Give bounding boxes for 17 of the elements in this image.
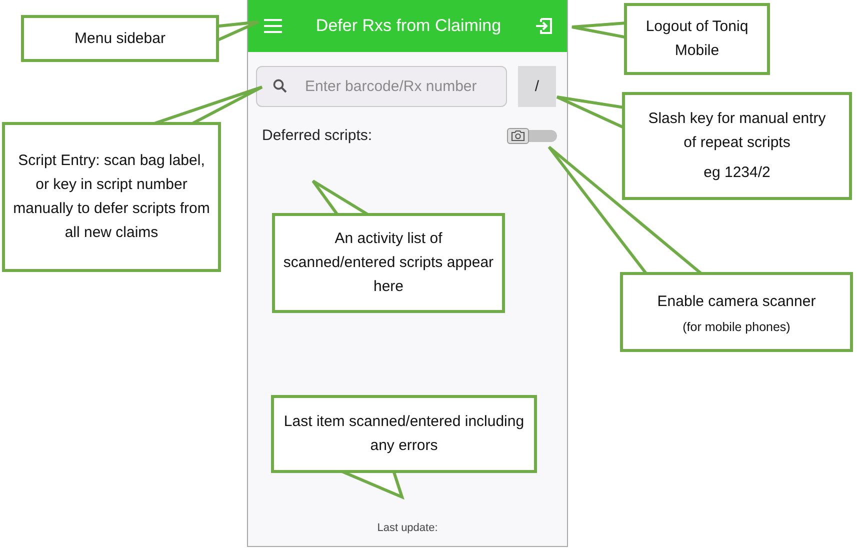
menu-icon[interactable] (264, 19, 282, 33)
last-update-label: Last update: (377, 522, 438, 534)
callout-text: eg 1234/2 (704, 163, 770, 183)
callout-text: An activity list of scanned/entered scripts appear here (283, 229, 494, 297)
callout-note: (for mobile phones) (682, 320, 790, 334)
camera-toggle[interactable] (507, 130, 557, 142)
section-label: Deferred scripts: (262, 127, 372, 144)
slash-key[interactable]: / (518, 66, 556, 107)
callout-text: Enable camera scanner (657, 292, 816, 312)
callout-text: Logout of Toniq Mobile (645, 17, 749, 61)
callout-text: Menu sidebar (74, 28, 166, 48)
logout-icon[interactable] (535, 17, 553, 35)
search-field[interactable]: Enter barcode/Rx number (256, 66, 507, 107)
callout-text: Script Entry: scan bag label, or key in script number manually to defer scripts from all new claims (13, 151, 210, 243)
screen-title: Defer Rxs from Claiming (314, 16, 502, 36)
callout-text: Last item scanned/entered including any errors (282, 412, 526, 456)
search-icon (273, 79, 287, 93)
